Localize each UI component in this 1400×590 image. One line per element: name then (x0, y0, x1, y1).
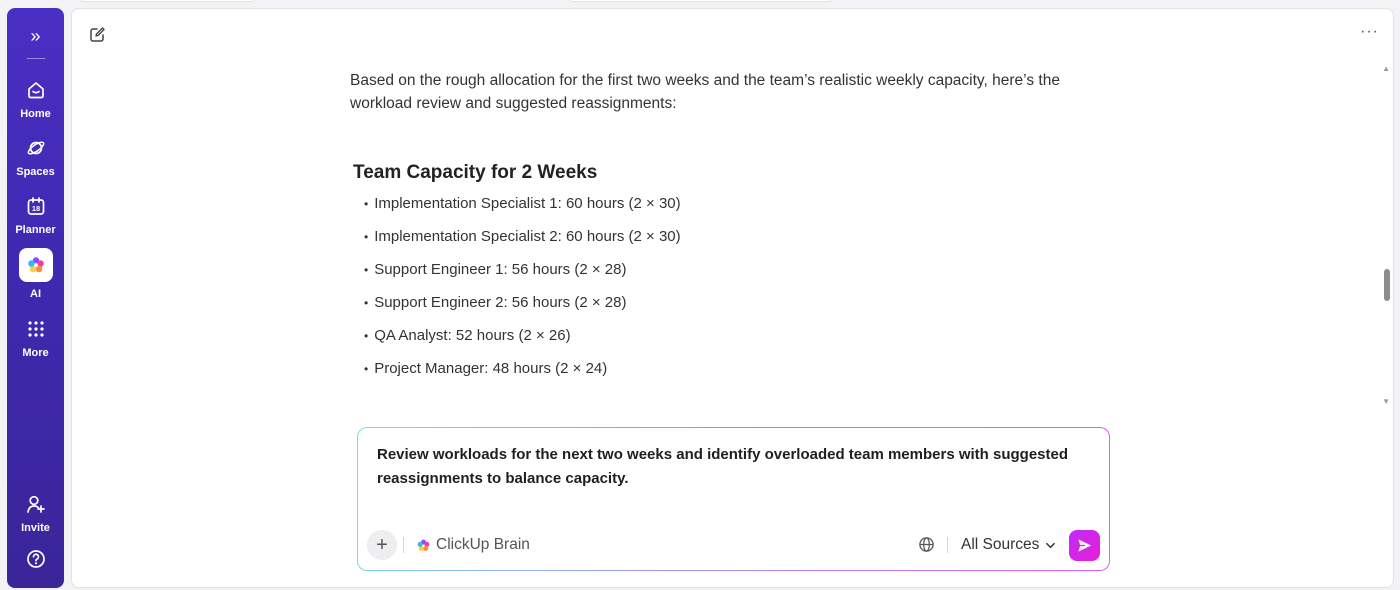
sidebar-item-label: Planner (15, 224, 56, 236)
scroll-down-arrow[interactable]: ▼ (1382, 397, 1390, 406)
send-button[interactable] (1069, 530, 1100, 561)
sidebar-item-planner[interactable]: 18 Planner (7, 195, 64, 236)
sidebar-item-label: Spaces (16, 166, 55, 178)
help-icon (25, 548, 47, 570)
sources-label: All Sources (961, 536, 1040, 553)
ai-response: Based on the rough allocation for the fi… (350, 69, 1070, 393)
chevron-down-icon (1046, 542, 1056, 548)
add-attachment-button[interactable]: + (367, 530, 397, 560)
grid-icon (25, 318, 47, 340)
model-label: ClickUp Brain (436, 536, 530, 553)
chat-panel: ··· ▲ ▼ Based on the rough allocation fo… (71, 8, 1394, 588)
svg-text:18: 18 (31, 204, 39, 213)
sidebar-divider (26, 58, 45, 59)
list-item: • Implementation Specialist 2: 60 hours (… (364, 228, 681, 245)
sidebar-item-label: More (22, 347, 49, 359)
response-intro: Based on the rough allocation for the fi… (350, 72, 1060, 112)
sidebar-item-ai[interactable]: AI (7, 248, 64, 300)
help-button[interactable] (7, 548, 64, 570)
response-heading: Team Capacity for 2 Weeks (353, 162, 598, 183)
list-item: • Support Engineer 2: 56 hours (2 × 28) (364, 294, 627, 311)
address-bar-stub (570, 0, 832, 2)
send-icon (1078, 539, 1092, 552)
ai-flower-icon (417, 539, 430, 551)
ellipsis-icon[interactable]: ··· (1360, 24, 1379, 40)
sources-dropdown[interactable]: All Sources (961, 536, 1056, 554)
add-user-icon (25, 493, 47, 515)
sidebar-item-home[interactable]: Home (7, 79, 64, 120)
globe-icon[interactable] (918, 536, 935, 558)
ai-flower-icon (18, 248, 53, 282)
sidebar-item-label: Invite (21, 522, 50, 534)
scroll-up-arrow[interactable]: ▲ (1382, 64, 1390, 73)
home-icon (25, 79, 47, 101)
chat-composer: Review workloads for the next two weeks … (357, 427, 1110, 571)
sidebar: » Home Spaces 18 Planner AI More Invite (7, 8, 64, 588)
new-chat-icon[interactable] (88, 26, 106, 44)
plus-icon: + (376, 533, 388, 556)
prompt-input[interactable]: Review workloads for the next two weeks … (377, 443, 1097, 491)
expand-sidebar-icon[interactable]: » (30, 26, 40, 46)
scrollbar-thumb[interactable] (1384, 269, 1390, 301)
model-selector[interactable]: ClickUp Brain (416, 536, 530, 554)
browser-tab-stub (80, 0, 255, 2)
calendar-icon: 18 (25, 195, 47, 217)
list-item: • QA Analyst: 52 hours (2 × 26) (364, 327, 571, 344)
sidebar-item-label: AI (30, 288, 41, 300)
divider (403, 537, 404, 553)
list-item: • Support Engineer 1: 56 hours (2 × 28) (364, 261, 627, 278)
planet-icon (25, 137, 47, 159)
list-item: • Implementation Specialist 1: 60 hours (… (364, 195, 681, 212)
sidebar-item-invite[interactable]: Invite (7, 493, 64, 534)
divider (947, 537, 948, 553)
sidebar-item-more[interactable]: More (7, 318, 64, 359)
capacity-list: • Implementation Specialist 1: 60 hours (… (364, 195, 1070, 393)
list-item: • Project Manager: 48 hours (2 × 24) (364, 360, 608, 377)
sidebar-item-label: Home (20, 108, 51, 120)
sidebar-item-spaces[interactable]: Spaces (7, 137, 64, 178)
